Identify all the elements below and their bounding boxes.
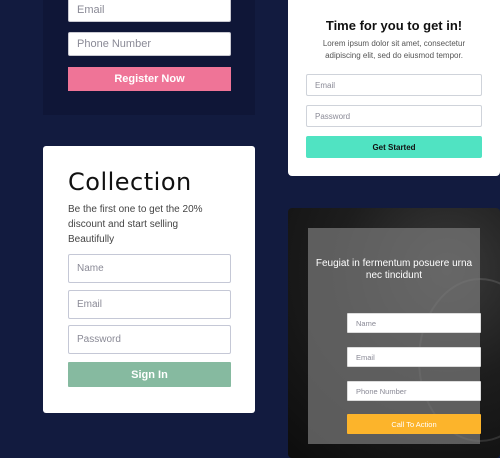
name-field[interactable] [68,254,231,283]
email-field[interactable] [68,0,231,22]
password-field[interactable] [306,105,482,127]
sign-in-button[interactable]: Sign In [68,362,231,387]
get-started-button[interactable]: Get Started [306,136,482,158]
email-field[interactable] [306,74,482,96]
form-title: Feugiat in fermentum posuere urna nec ti… [315,258,473,281]
form-title: Time for you to get in! [325,18,463,33]
get-started-form-card: Time for you to get in! Lorem ipsum dolo… [288,0,500,176]
email-field[interactable] [68,290,231,319]
form-overlay: Feugiat in fermentum posuere urna nec ti… [308,228,481,444]
register-form-card: Register Now [43,0,255,115]
call-to-action-button[interactable]: Call To Action [347,414,481,434]
email-field[interactable] [347,347,481,367]
phone-number-field[interactable] [68,32,231,56]
form-title: Collection [68,168,192,196]
form-description: Lorem ipsum dolor sit amet, consectetur … [322,39,466,60]
password-field[interactable] [68,325,231,354]
collection-form-card: Collection Be the first one to get the 2… [43,146,255,413]
phone-number-field[interactable] [347,381,481,401]
name-field[interactable] [347,313,481,333]
call-to-action-form-card: Feugiat in fermentum posuere urna nec ti… [288,208,500,458]
register-now-button[interactable]: Register Now [68,67,231,91]
form-description: Be the first one to get the 20% discount… [68,204,203,245]
